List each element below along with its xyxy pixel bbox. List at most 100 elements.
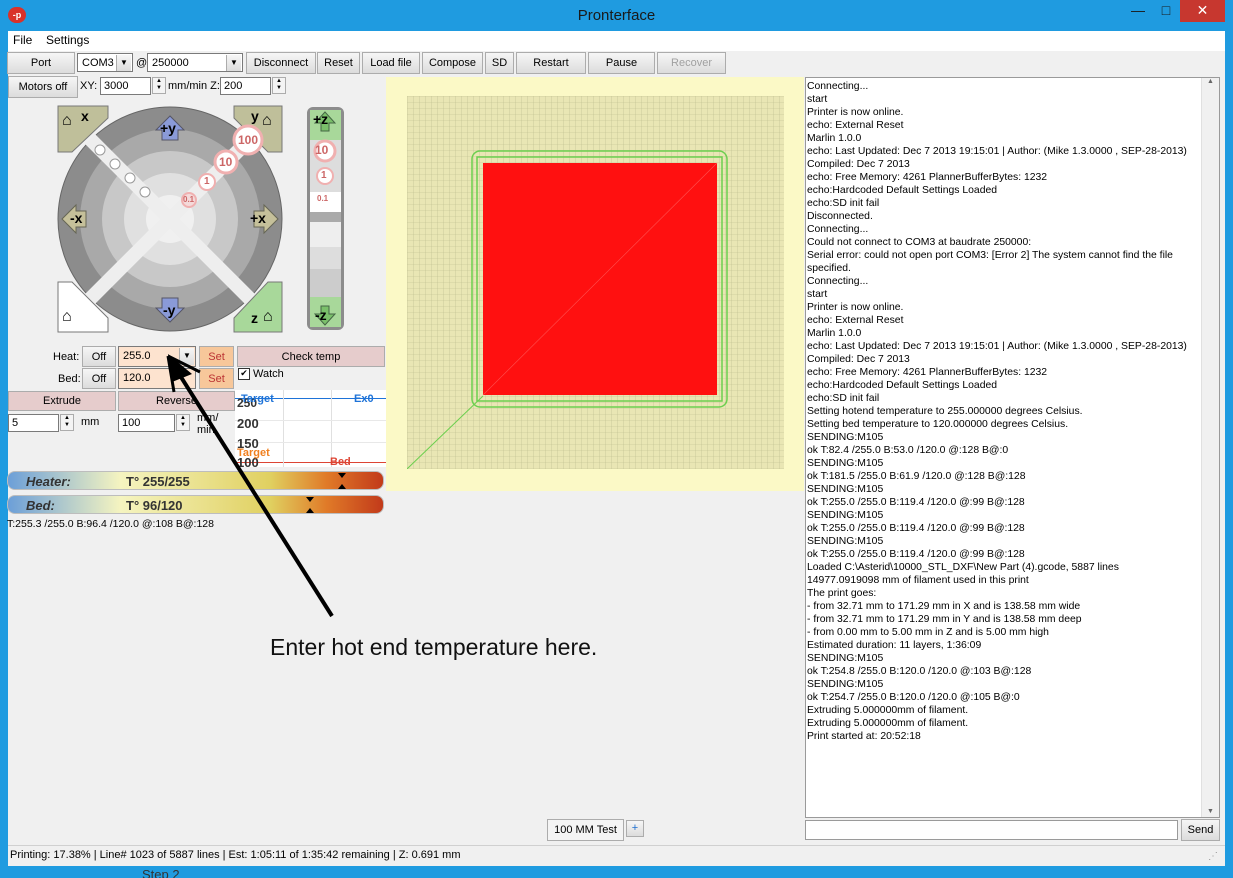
- home-icon: ⌂: [263, 308, 273, 325]
- menu-bar: [8, 31, 1225, 51]
- recover-button[interactable]: Recover: [657, 52, 726, 74]
- home-x-label: x: [81, 108, 89, 124]
- console-line: SENDING:M105: [807, 458, 884, 469]
- command-input[interactable]: [805, 820, 1178, 840]
- scroll-down-icon[interactable]: ▼: [1202, 808, 1219, 815]
- console-line: SENDING:M105: [807, 536, 884, 547]
- menu-settings[interactable]: Settings: [46, 33, 89, 47]
- console-line: echo:Hardcoded Default Settings Loaded: [807, 380, 998, 391]
- step-100-label[interactable]: 100: [238, 133, 258, 147]
- console-line: SENDING:M105: [807, 653, 884, 664]
- console-line: ok T:255.0 /255.0 B:119.4 /120.0 @:99 B@…: [807, 549, 1025, 560]
- scroll-up-icon[interactable]: ▲: [1202, 78, 1219, 85]
- extrude-button[interactable]: Extrude: [8, 391, 116, 411]
- jog-plus-x-label: +x: [250, 210, 266, 226]
- bed-gauge-label: Bed:: [26, 498, 55, 513]
- motors-off-button[interactable]: Motors off: [8, 76, 78, 98]
- restart-button[interactable]: Restart: [516, 52, 586, 74]
- extrude-length-input[interactable]: 5: [8, 414, 59, 432]
- maximize-button[interactable]: □: [1152, 0, 1180, 22]
- console-line: Printer is now online.: [807, 302, 904, 313]
- build-plate-grid[interactable]: [407, 96, 784, 469]
- console-line: SENDING:M105: [807, 679, 884, 690]
- load-file-button[interactable]: Load file: [362, 52, 420, 74]
- console-line: Print started at: 20:52:18: [807, 731, 921, 742]
- console-line: Could not connect to COM3 at baudrate 25…: [807, 237, 1032, 248]
- console-line: echo: External Reset: [807, 120, 904, 131]
- console-line: Extruding 5.000000mm of filament.: [807, 705, 969, 716]
- console-line: SENDING:M105: [807, 484, 884, 495]
- z-step-0-1-label[interactable]: 0.1: [317, 194, 328, 203]
- z-jog-control[interactable]: [307, 107, 344, 330]
- xy-feedrate-input[interactable]: 3000: [100, 77, 151, 95]
- console-line: echo:Hardcoded Default Settings Loaded: [807, 185, 998, 196]
- jog-minus-x-label: -x: [70, 210, 83, 226]
- step-10-label[interactable]: 10: [219, 155, 232, 169]
- z-feedrate-input[interactable]: 200: [220, 77, 271, 95]
- pause-button[interactable]: Pause: [588, 52, 655, 74]
- console-line: ok T:255.0 /255.0 B:119.4 /120.0 @:99 B@…: [807, 523, 1025, 534]
- console-log[interactable]: Connecting... start Printer is now online.…: [805, 77, 1220, 818]
- console-line: Printer is now online.: [807, 107, 904, 118]
- z-step-1-label[interactable]: 1: [321, 170, 327, 181]
- jog-plus-y-label: +y: [160, 120, 176, 136]
- send-button[interactable]: Send: [1181, 819, 1220, 841]
- close-button[interactable]: ✕: [1180, 0, 1225, 22]
- port-button[interactable]: Port: [7, 52, 75, 74]
- z-step-10-label[interactable]: 10: [315, 143, 328, 157]
- console-scrollbar[interactable]: ▲ ▼: [1201, 78, 1219, 817]
- bed-label: Bed:: [58, 373, 81, 385]
- console-line: Marlin 1.0.0: [807, 328, 862, 339]
- console-line: Connecting...: [807, 224, 869, 235]
- console-line: echo: Free Memory: 4261 PlannerBufferByt…: [807, 367, 1048, 378]
- heater-gauge-label: Heater:: [26, 474, 71, 489]
- port-select[interactable]: COM3 ▼: [77, 53, 133, 72]
- reset-button[interactable]: Reset: [317, 52, 360, 74]
- z-feedrate-stepper[interactable]: ▲ ▼: [272, 77, 286, 94]
- menu-file[interactable]: File: [13, 33, 32, 47]
- tab-100-mm-test[interactable]: 100 MM Test: [547, 819, 624, 841]
- console-line: Marlin 1.0.0: [807, 133, 862, 144]
- console-line: - from 32.71 mm to 171.29 mm in Y and is…: [807, 614, 1082, 625]
- graph-ex0-label: Ex0: [354, 393, 374, 405]
- console-line: echo:SD init fail: [807, 198, 880, 209]
- port-value: COM3: [82, 57, 114, 69]
- window-frame-bottom: [0, 866, 1233, 878]
- baud-select[interactable]: 250000 ▼: [147, 53, 243, 72]
- console-line: ok T:181.5 /255.0 B:61.9 /120.0 @:128 B@…: [807, 471, 1026, 482]
- extrude-mm-label: mm: [81, 416, 100, 428]
- jog-minus-z-label: -z: [315, 307, 327, 323]
- chevron-down-icon: ▼: [116, 55, 131, 71]
- background-step-text: Step 2: [142, 867, 180, 878]
- status-text: Printing: 17.38% | Line# 1023 of 5887 li…: [10, 849, 461, 861]
- minimize-button[interactable]: —: [1124, 0, 1152, 22]
- window-frame-left: [0, 31, 8, 878]
- xy-feedrate-stepper[interactable]: ▲ ▼: [152, 77, 166, 94]
- console-line: ok T:255.0 /255.0 B:119.4 /120.0 @:99 B@…: [807, 497, 1025, 508]
- console-line: 14977.0919098 mm of filament used in thi…: [807, 575, 1029, 586]
- annotation-arrow-icon: [166, 354, 334, 618]
- resize-grip-icon[interactable]: ⋰: [1208, 851, 1218, 862]
- step-0-1-label[interactable]: 0.1: [183, 195, 194, 204]
- console-line: echo:SD init fail: [807, 393, 880, 404]
- add-tab-button[interactable]: +: [626, 820, 644, 837]
- step-1-label[interactable]: 1: [204, 176, 210, 187]
- console-line: SENDING:M105: [807, 510, 884, 521]
- console-lines: Connecting... start Printer is now online.…: [807, 80, 1203, 743]
- sd-button[interactable]: SD: [485, 52, 514, 74]
- disconnect-button[interactable]: Disconnect: [246, 52, 316, 74]
- console-line: echo: Last Updated: Dec 7 2013 19:15:01 …: [807, 341, 1187, 352]
- compose-button[interactable]: Compose: [422, 52, 483, 74]
- console-line: Connecting...: [807, 81, 869, 92]
- bed-off-button[interactable]: Off: [82, 368, 116, 389]
- extrude-length-stepper[interactable]: ▲ ▼: [60, 414, 74, 431]
- heat-off-button[interactable]: Off: [82, 346, 116, 367]
- window-title: Pronterface: [577, 7, 656, 24]
- console-line: ok T:254.8 /255.0 B:120.0 /120.0 @:103 B…: [807, 666, 1032, 677]
- status-bar: Printing: 17.38% | Line# 1023 of 5887 li…: [8, 845, 1225, 865]
- annotation-text: Enter hot end temperature here.: [270, 634, 598, 660]
- console-line: - from 32.71 mm to 171.29 mm in X and is…: [807, 601, 1081, 612]
- console-line: Disconnected.: [807, 211, 873, 222]
- console-line: echo: Free Memory: 4261 PlannerBufferByt…: [807, 172, 1048, 183]
- home-y-label: y: [251, 108, 259, 124]
